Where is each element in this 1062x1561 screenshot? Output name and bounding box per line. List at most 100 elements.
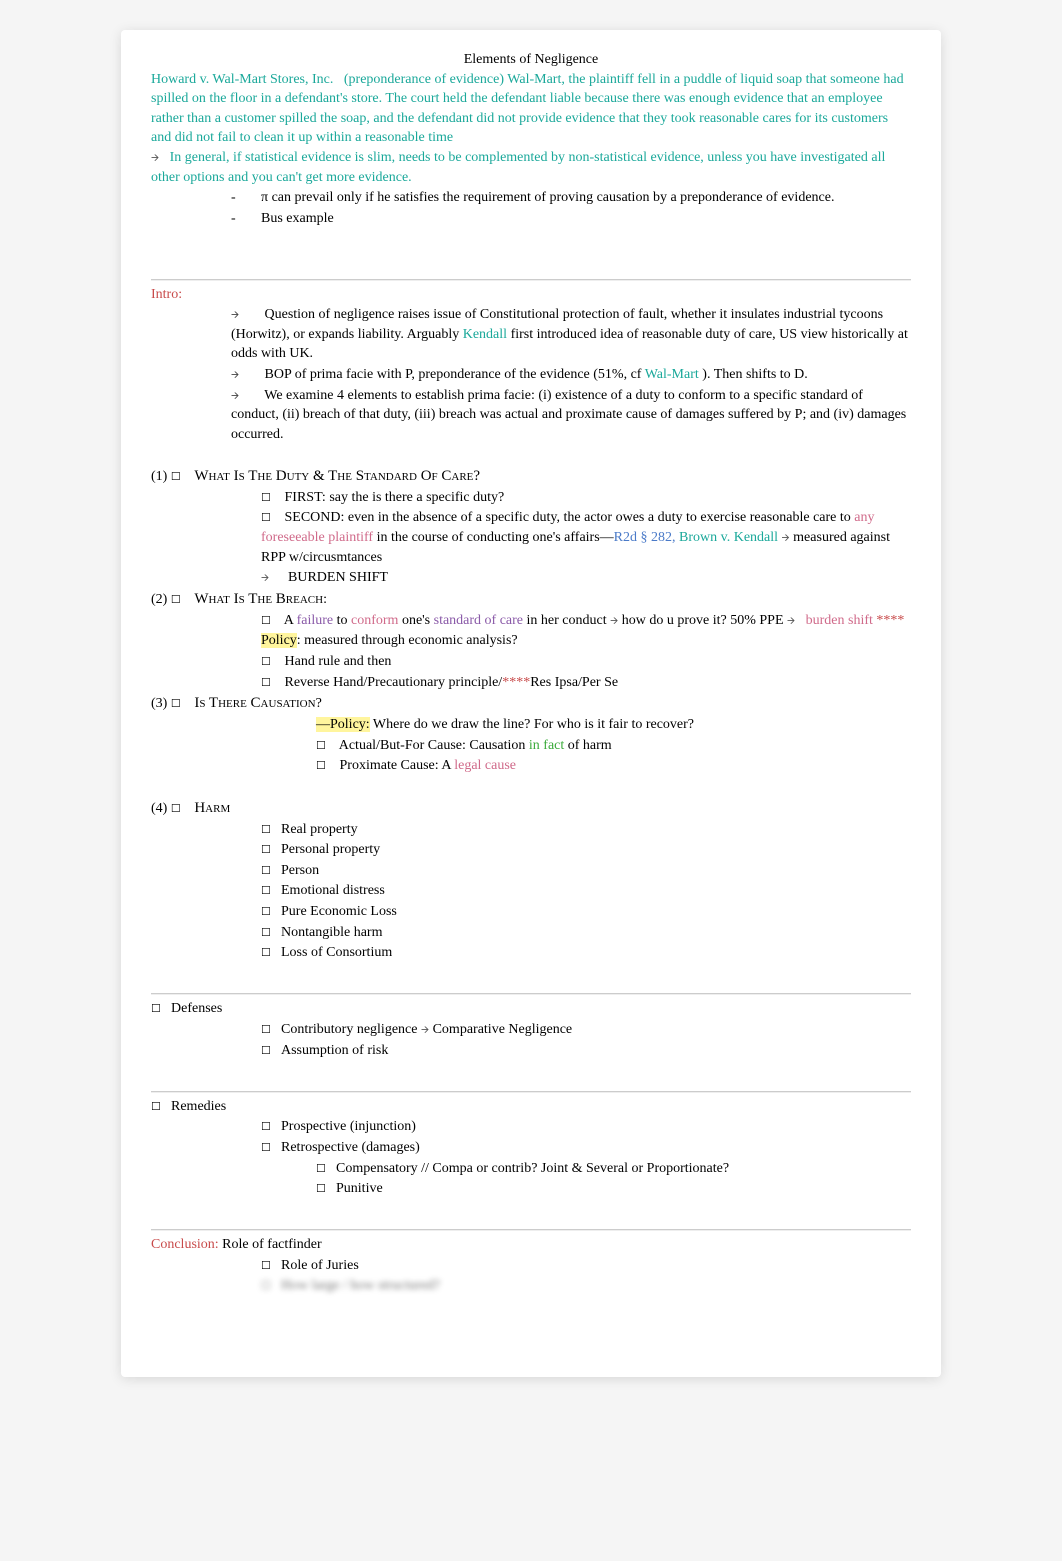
checkbox-icon: ☐ bbox=[261, 905, 281, 920]
checkbox-icon: ☐ bbox=[261, 655, 281, 670]
policy-label: Policy: bbox=[330, 717, 370, 732]
s1-burden: BURDEN SHIFT bbox=[151, 568, 911, 588]
text: Remedies bbox=[171, 1099, 226, 1114]
head-text: What Is The Duty & The Standard Of Care bbox=[194, 468, 473, 484]
text: We examine 4 elements to establish prima… bbox=[231, 388, 906, 442]
divider bbox=[151, 1229, 911, 1231]
list-item: ☐Person bbox=[151, 861, 911, 881]
checkbox-icon: ☐ bbox=[261, 1023, 281, 1038]
policy-body: Where do we draw the line? For who is it… bbox=[370, 717, 694, 732]
soc: standard of care bbox=[434, 613, 523, 628]
s3-policy: —Policy: Where do we draw the line? For … bbox=[151, 715, 911, 735]
text: Assumption of risk bbox=[281, 1043, 388, 1058]
checkbox-icon: ☐ bbox=[261, 926, 281, 941]
colon: : bbox=[323, 592, 327, 607]
text: to bbox=[333, 613, 351, 628]
text: how do u prove it? 50% PPE bbox=[618, 613, 787, 628]
checkbox-icon: ☐ bbox=[171, 802, 191, 817]
checkbox-icon: ☐ bbox=[261, 511, 281, 526]
page-title: Elements of Negligence bbox=[151, 50, 911, 70]
s3-actual: ☐ Actual/But-For Cause: Causation in fac… bbox=[151, 736, 911, 756]
text: Hand rule and then bbox=[285, 654, 392, 669]
r2d-link: R2d § 282, bbox=[614, 530, 676, 545]
list-item: ☐Real property bbox=[151, 820, 911, 840]
text: Loss of Consortium bbox=[281, 945, 392, 960]
stars: **** bbox=[502, 675, 530, 690]
arrow-icon bbox=[151, 150, 159, 165]
num: (3) bbox=[151, 696, 167, 711]
remedies-compensatory: ☐Compensatory // Compa or contrib? Joint… bbox=[151, 1159, 911, 1179]
walmart-link: Wal-Mart bbox=[645, 367, 699, 382]
head-text: Harm bbox=[194, 800, 230, 816]
text: BOP of prima facie with P, preponderance… bbox=[265, 367, 645, 382]
text: ). Then shifts to D. bbox=[699, 367, 808, 382]
conclusion-label: Conclusion: bbox=[151, 1237, 219, 1252]
s3-proximate: ☐ Proximate Cause: A legal cause bbox=[151, 756, 911, 776]
list-item: BOP of prima facie with P, preponderance… bbox=[231, 365, 911, 385]
text: Role of Juries bbox=[281, 1258, 359, 1273]
text: Personal property bbox=[281, 842, 380, 857]
dash: — bbox=[316, 717, 330, 732]
remedies-head: ☐Remedies bbox=[151, 1097, 911, 1117]
checkbox-icon: ☐ bbox=[261, 1044, 281, 1059]
remedies-prospective: ☐Prospective (injunction) bbox=[151, 1117, 911, 1137]
conform: conform bbox=[351, 613, 398, 628]
checkbox-icon: ☐ bbox=[261, 491, 281, 506]
divider bbox=[151, 993, 911, 995]
s2-reverse: ☐ Reverse Hand/Precautionary principle/*… bbox=[151, 673, 911, 693]
text: one's bbox=[398, 613, 433, 628]
list-item: π can prevail only if he satisfies the r… bbox=[231, 188, 911, 208]
case-tag: (preponderance of evidence) bbox=[344, 72, 504, 87]
text: Emotional distress bbox=[281, 883, 385, 898]
conclusion-head: Conclusion: Role of factfinder bbox=[151, 1235, 911, 1255]
text: Retrospective (damages) bbox=[281, 1140, 420, 1155]
checkbox-icon: ☐ bbox=[316, 739, 336, 754]
text: Real property bbox=[281, 822, 358, 837]
text: Defenses bbox=[171, 1001, 222, 1016]
text: Res Ipsa/Per Se bbox=[530, 675, 618, 690]
conclusion-blurred: ☐How large / how structured? bbox=[151, 1276, 911, 1296]
checkbox-icon: ☐ bbox=[151, 1100, 171, 1115]
rule-line: In general, if statistical evidence is s… bbox=[151, 148, 911, 187]
text: BURDEN SHIFT bbox=[288, 570, 388, 585]
num: (2) bbox=[151, 592, 167, 607]
text: Punitive bbox=[336, 1181, 383, 1196]
checkbox-icon: ☐ bbox=[171, 697, 191, 712]
conclusion-juries: ☐Role of Juries bbox=[151, 1256, 911, 1276]
divider bbox=[151, 1091, 911, 1093]
text: Person bbox=[281, 863, 319, 878]
text: Actual/But-For Cause: Causation bbox=[339, 738, 529, 753]
divider bbox=[151, 279, 911, 281]
checkbox-icon: ☐ bbox=[261, 1141, 281, 1156]
checkbox-icon: ☐ bbox=[261, 1279, 281, 1294]
list-item: ☐Pure Economic Loss bbox=[151, 902, 911, 922]
list-item: ☐Loss of Consortium bbox=[151, 943, 911, 963]
text: How large / how structured? bbox=[281, 1278, 440, 1293]
num: (4) bbox=[151, 801, 167, 816]
text: Proximate Cause: A bbox=[340, 758, 455, 773]
policy-body: : measured through economic analysis? bbox=[297, 633, 518, 648]
stars: **** bbox=[873, 613, 905, 628]
list-item: ☐Personal property bbox=[151, 840, 911, 860]
text: of harm bbox=[564, 738, 611, 753]
s1-first: ☐ FIRST: say the is there a specific dut… bbox=[151, 488, 911, 508]
policy-highlight: Policy bbox=[261, 633, 297, 648]
checkbox-icon: ☐ bbox=[261, 884, 281, 899]
text: A bbox=[284, 613, 293, 628]
num: (1) bbox=[151, 469, 167, 484]
s2-policy: Policy: measured through economic analys… bbox=[151, 631, 911, 651]
text: Contributory negligence bbox=[281, 1022, 421, 1037]
list-item-text: π can prevail only if he satisfies the r… bbox=[261, 190, 834, 205]
checkbox-icon: ☐ bbox=[261, 676, 281, 691]
text: Comparative Negligence bbox=[429, 1022, 572, 1037]
arrow-icon bbox=[421, 1022, 429, 1037]
checkbox-icon: ☐ bbox=[151, 1002, 171, 1017]
remedies-retrospective: ☐Retrospective (damages) bbox=[151, 1138, 911, 1158]
rule-text: In general, if statistical evidence is s… bbox=[151, 150, 885, 185]
checkbox-icon: ☐ bbox=[261, 614, 281, 629]
brown-link: Brown v. Kendall bbox=[679, 530, 778, 545]
failure: failure bbox=[293, 613, 333, 628]
text: Role of factfinder bbox=[219, 1237, 322, 1252]
section-3-head: (3) ☐ Is There Causation? bbox=[151, 693, 911, 714]
checkbox-icon: ☐ bbox=[316, 1182, 336, 1197]
